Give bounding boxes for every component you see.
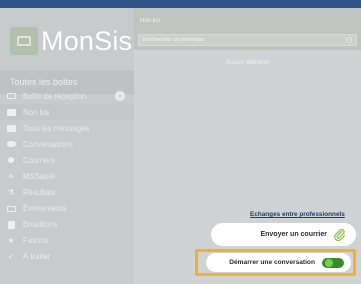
- chat-icon: [6, 140, 16, 148]
- sidebar-item-label: Tous les messages: [23, 123, 90, 133]
- sidebar-item-label: Boîte de réception: [23, 91, 87, 101]
- main-header: Non lus Rechercher un message: [134, 8, 361, 50]
- mail-icon: [6, 156, 16, 164]
- sidebar-item-results[interactable]: ⚗ Résultats: [0, 185, 134, 201]
- search-placeholder: Rechercher un message: [143, 37, 204, 43]
- sidebar-item-label: Évènements: [23, 204, 67, 214]
- top-bar: [0, 0, 361, 8]
- envelope-icon: [6, 108, 16, 116]
- draft-icon: [6, 220, 16, 229]
- sidebar-item-favorites[interactable]: ★ Favoris: [0, 233, 134, 249]
- check-icon: ✓: [7, 251, 15, 261]
- sidebar-item-events[interactable]: Évènements: [0, 201, 134, 217]
- sidebar-item-label: Conversations: [23, 139, 73, 149]
- search-input[interactable]: Rechercher un message: [138, 34, 357, 46]
- sidebar-item-mssante[interactable]: ✳ MSSanté: [0, 168, 134, 184]
- send-mail-button[interactable]: Envoyer un courrier: [211, 223, 356, 246]
- sidebar-nav: Boîte de réception + Non lus Tous les me…: [0, 88, 134, 265]
- send-mail-label: Envoyer un courrier: [260, 231, 327, 238]
- star-icon: ✳: [7, 171, 15, 181]
- sidebar-item-label: Non lus: [23, 107, 50, 117]
- sidebar-item-drafts[interactable]: Brouillons: [0, 217, 134, 233]
- exchanges-link[interactable]: Echanges entre professionnels: [250, 211, 345, 218]
- add-box-icon[interactable]: +: [115, 91, 125, 101]
- sidebar-item-inbox[interactable]: Boîte de réception +: [0, 88, 134, 104]
- sidebar-item-label: Brouillons: [23, 220, 58, 230]
- empty-state-text: Aucun élément: [225, 59, 270, 66]
- paperclip-icon: [334, 228, 346, 241]
- search-icon[interactable]: [346, 37, 352, 43]
- sidebar-item-label: MSSanté: [23, 172, 56, 182]
- sidebar-item-label: Résultats: [23, 188, 56, 198]
- sidebar-item-courriers[interactable]: Courriers: [0, 152, 134, 168]
- sidebar-item-label: À traiter: [23, 252, 51, 262]
- sidebar-item-label: Favoris: [23, 236, 49, 246]
- start-conversation-button[interactable]: Démarrer une conversation: [206, 253, 351, 272]
- sidebar-item-unread[interactable]: Non lus: [0, 104, 134, 121]
- sidebar-item-label: Courriers: [23, 155, 56, 165]
- sidebar-item-to-process[interactable]: ✓ À traiter: [0, 249, 134, 265]
- logo-icon: [10, 27, 38, 55]
- envelope-icon: [6, 124, 16, 132]
- folder-title: Non lus: [140, 18, 161, 24]
- inbox-icon: [6, 92, 16, 100]
- sidebar-item-conversations[interactable]: Conversations: [0, 136, 134, 152]
- results-icon: ⚗: [7, 187, 15, 197]
- start-conversation-label: Démarrer une conversation: [229, 259, 315, 266]
- calendar-icon: [6, 205, 16, 213]
- star-icon: ★: [7, 235, 15, 245]
- sidebar-item-all-messages[interactable]: Tous les messages: [0, 120, 134, 136]
- conversation-toggle-icon: [322, 257, 344, 268]
